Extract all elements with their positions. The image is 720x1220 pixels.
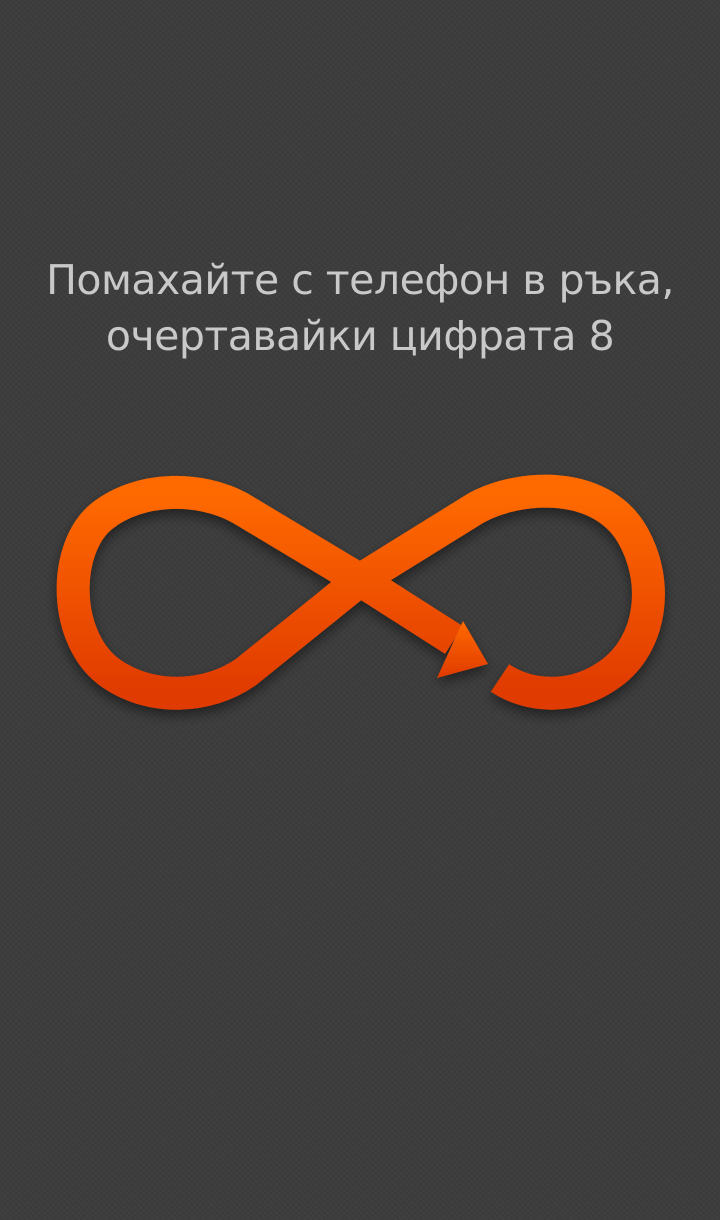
- instruction-text: Помахайте с телефон в ръка, очертавайки …: [0, 252, 720, 364]
- figure-eight-path: [56, 474, 665, 710]
- instruction-line-1: Помахайте с телефон в ръка,: [46, 256, 674, 304]
- gesture-calibration-screen: Помахайте с телефон в ръка, очертавайки …: [0, 0, 720, 1220]
- figure-eight-arrow-icon: [56, 474, 665, 710]
- instruction-line-2: очертавайки цифрата 8: [105, 312, 615, 360]
